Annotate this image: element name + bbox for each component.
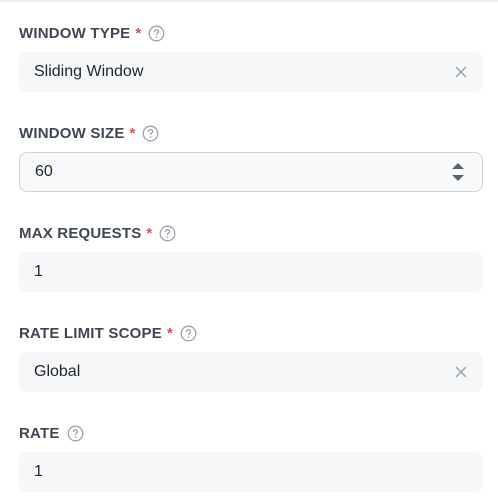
rate-limit-scope-select[interactable]: Global (19, 352, 483, 392)
max-requests-input[interactable]: 1 (19, 252, 483, 292)
max-requests-label: MAX REQUESTS (19, 224, 142, 242)
max-requests-value: 1 (34, 263, 43, 280)
rate-label: RATE (19, 424, 60, 442)
help-circle-icon[interactable] (180, 325, 197, 342)
help-circle-icon[interactable] (67, 425, 84, 442)
clear-icon[interactable] (453, 364, 469, 380)
required-marker: * (166, 324, 173, 342)
caret-down-icon[interactable] (451, 174, 465, 182)
rate-value: 1 (34, 463, 43, 480)
required-marker: * (135, 24, 142, 42)
help-circle-icon[interactable] (159, 225, 176, 242)
clear-icon[interactable] (453, 64, 469, 80)
rate-label-row: RATE (19, 423, 84, 443)
rate-input[interactable]: 1 (19, 452, 483, 492)
top-divider (0, 0, 498, 2)
window-size-value: 60 (35, 163, 53, 180)
caret-up-icon[interactable] (451, 162, 465, 170)
window-size-label-row: WINDOW SIZE * (19, 123, 159, 143)
max-requests-label-row: MAX REQUESTS * (19, 223, 176, 243)
window-size-label: WINDOW SIZE (19, 124, 125, 142)
required-marker: * (146, 224, 153, 242)
window-size-input[interactable]: 60 (19, 152, 483, 192)
help-circle-icon[interactable] (142, 125, 159, 142)
number-stepper[interactable] (451, 162, 465, 182)
window-type-select[interactable]: Sliding Window (19, 52, 483, 92)
window-type-label: WINDOW TYPE (19, 24, 131, 42)
rate-limit-scope-label: RATE LIMIT SCOPE (19, 324, 162, 342)
window-type-value: Sliding Window (34, 63, 144, 80)
window-type-label-row: WINDOW TYPE * (19, 23, 165, 43)
required-marker: * (129, 124, 136, 142)
rate-limit-scope-value: Global (34, 363, 81, 380)
rate-limit-scope-label-row: RATE LIMIT SCOPE * (19, 323, 197, 343)
help-circle-icon[interactable] (148, 25, 165, 42)
